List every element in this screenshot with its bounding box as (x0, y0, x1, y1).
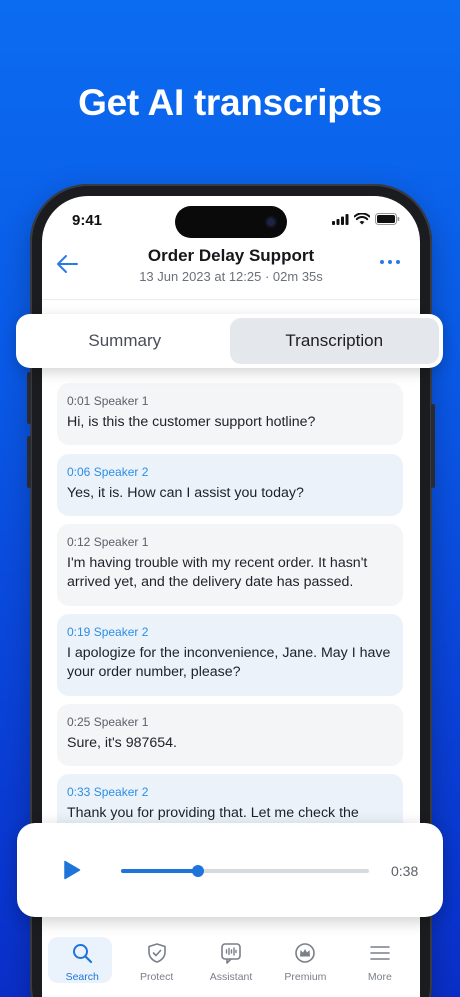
phone-side-button (431, 404, 435, 488)
playback-time: 0:38 (391, 863, 419, 879)
progress-fill (121, 869, 198, 873)
transcript-message: 0:01 Speaker 1 Hi, is this the customer … (57, 383, 403, 445)
message-text: Yes, it is. How can I assist you today? (67, 485, 304, 501)
transcript-message: 0:19 Speaker 2 I apologize for the incon… (57, 614, 403, 696)
nav-label: More (367, 971, 392, 983)
dot-icon (396, 260, 400, 264)
tab-transcription[interactable]: Transcription (229, 318, 439, 364)
assistant-icon (221, 943, 241, 964)
view-tabs: Summary Transcription (16, 314, 443, 368)
message-meta: 0:06 Speaker 2 (67, 465, 149, 479)
page-title: Order Delay Support (147, 246, 315, 265)
progress-handle[interactable] (191, 865, 204, 877)
dynamic-island (175, 206, 287, 238)
transcript-message: 0:25 Speaker 1 Sure, it's 987654. (57, 704, 403, 766)
wifi-icon (354, 213, 370, 225)
phone-side-button (27, 372, 31, 424)
dot-icon (388, 260, 392, 264)
nav-item-assistant[interactable]: Assistant (194, 936, 268, 997)
dot-icon (380, 260, 384, 264)
message-text: Thank you for providing that. Let me che… (67, 805, 359, 821)
play-icon (64, 860, 81, 880)
nav-item-more[interactable]: More (343, 936, 417, 997)
battery-icon (375, 213, 400, 225)
camera-icon (265, 216, 277, 228)
transcript-message: 0:06 Speaker 2 Yes, it is. How can I ass… (57, 454, 403, 516)
nav-label: Assistant (209, 971, 253, 983)
tab-summary[interactable]: Summary (20, 318, 230, 364)
header-divider (42, 299, 420, 300)
message-meta: 0:33 Speaker 2 (67, 785, 149, 799)
nav-label: Protect (139, 971, 174, 983)
menu-icon (370, 946, 390, 960)
message-text: Sure, it's 987654. (67, 735, 177, 751)
audio-player: 0:38 (17, 823, 443, 917)
transcript-message: 0:12 Speaker 1 I'm having trouble with m… (57, 524, 403, 606)
call-info: 13 Jun 2023 at 12:25 · 02m 35s (139, 269, 323, 284)
play-button[interactable] (63, 860, 81, 880)
promo-title: Get AI transcripts (78, 82, 382, 123)
nav-label: Premium (284, 971, 327, 983)
message-meta: 0:01 Speaker 1 (67, 394, 149, 408)
message-meta: 0:25 Speaker 1 (67, 715, 149, 729)
more-options-button[interactable] (380, 260, 400, 264)
crown-icon (295, 943, 316, 963)
status-icons (332, 213, 400, 225)
nav-label: Search (65, 971, 99, 983)
nav-item-protect[interactable]: Protect (119, 936, 193, 997)
shield-icon (147, 943, 166, 963)
message-text: I'm having trouble with my recent order.… (67, 555, 368, 590)
signal-icon (332, 213, 349, 225)
nav-item-search[interactable]: Search (45, 936, 119, 997)
message-meta: 0:19 Speaker 2 (67, 625, 149, 639)
phone-side-button (27, 436, 31, 488)
status-time: 9:41 (72, 212, 103, 229)
message-meta: 0:12 Speaker 1 (67, 535, 149, 549)
bottom-nav: Search Protect Assistant Premium More (42, 936, 420, 997)
message-text: I apologize for the inconvenience, Jane.… (67, 645, 391, 680)
playback-progress-bar[interactable] (121, 865, 369, 877)
message-text: Hi, is this the customer support hotline… (67, 414, 316, 430)
nav-item-premium[interactable]: Premium (268, 936, 342, 997)
search-icon (73, 944, 93, 964)
